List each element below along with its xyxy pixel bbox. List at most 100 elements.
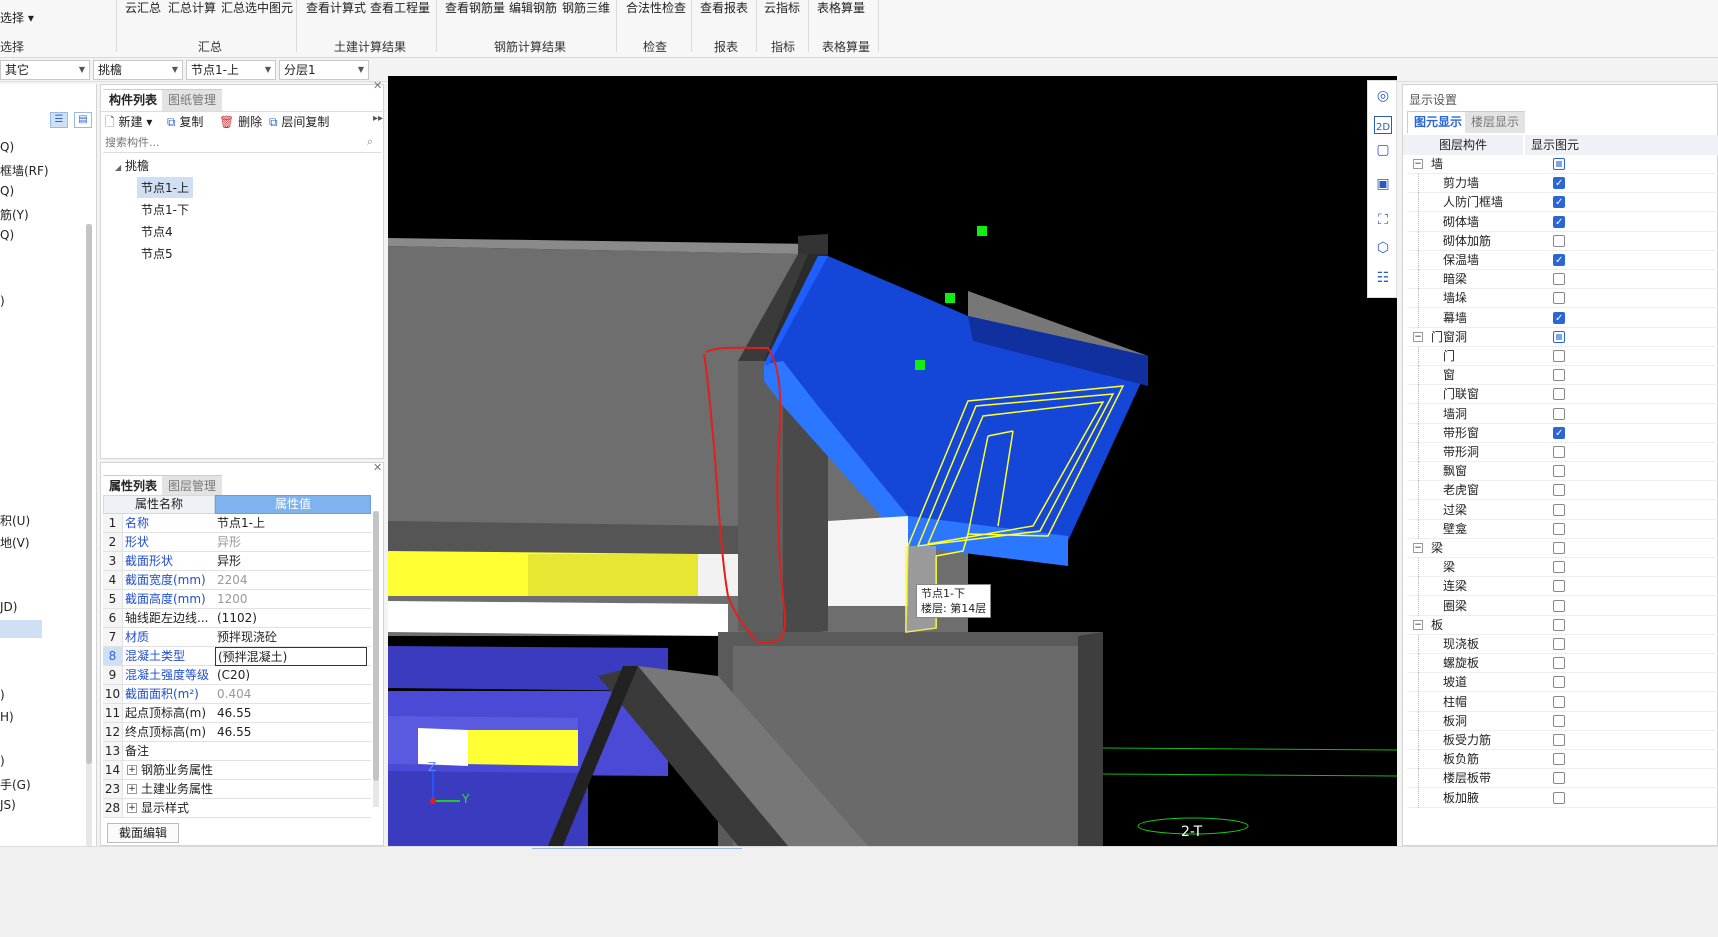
display-row[interactable]: 柱帽 [1407, 692, 1718, 712]
table-calc-button[interactable]: 表格算量 [817, 0, 865, 16]
tree-item-node1-top[interactable]: 节点1-上 [137, 177, 193, 198]
property-value[interactable]: 预拌现浇砼 [217, 628, 369, 646]
display-row[interactable]: − 梁 [1407, 539, 1718, 558]
display-row[interactable]: 过梁 [1407, 500, 1718, 520]
property-row[interactable]: 10 截面面积(m²) 0.404 [103, 685, 371, 704]
property-value[interactable]: (预拌混凝土) [215, 647, 367, 666]
display-checkbox[interactable] [1553, 580, 1565, 593]
tree-item-node4[interactable]: 节点4 [137, 221, 177, 242]
display-checkbox[interactable] [1553, 465, 1565, 478]
display-checkbox[interactable] [1553, 618, 1565, 631]
display-row[interactable]: 螺旋板 [1407, 654, 1718, 674]
3d-model-render[interactable] [388, 76, 1397, 846]
display-row[interactable]: 门 [1407, 347, 1718, 366]
nav-item[interactable]: ) [0, 688, 5, 702]
display-row[interactable]: 人防门框墙 [1407, 193, 1718, 213]
display-checkbox[interactable] [1553, 638, 1565, 650]
display-checkbox[interactable] [1553, 695, 1565, 708]
display-checkbox[interactable] [1553, 350, 1565, 362]
tab-floor-display[interactable]: 楼层显示 [1465, 111, 1526, 133]
more-icon[interactable]: ▸▸ [373, 113, 383, 124]
layer-list-icon[interactable]: ☷ [1372, 270, 1394, 292]
nav-item[interactable]: 积(U) [0, 512, 30, 529]
display-row[interactable]: 墙洞 [1407, 404, 1718, 424]
view-quantity-button[interactable]: 查看工程量 [370, 0, 430, 16]
select-mode-button[interactable]: 选择 ▾ [0, 10, 34, 26]
display-row[interactable]: 砌体加筋 [1407, 231, 1718, 251]
display-checkbox[interactable] [1553, 484, 1565, 497]
property-row[interactable]: +28 显示样式 [103, 799, 371, 818]
expand-plus-icon[interactable]: + [127, 765, 137, 775]
floor-copy-button[interactable]: ⧉ 层间复制 [269, 113, 329, 130]
validity-check-button[interactable]: 合法性检查 [626, 0, 686, 16]
display-row[interactable]: 连梁 [1407, 577, 1718, 597]
tree-item-node5[interactable]: 节点5 [137, 243, 177, 264]
view-rebar-button[interactable]: 查看钢筋量 [445, 0, 505, 16]
nav-item[interactable]: 地(V) [0, 534, 30, 551]
nav-item[interactable]: ) [0, 754, 5, 768]
orbit-icon[interactable]: ◎ [1372, 88, 1394, 110]
display-row[interactable]: 板加腋 [1407, 788, 1718, 808]
view-formula-button[interactable]: 查看计算式 [306, 0, 366, 16]
3d-cube-icon[interactable]: ▢ [1372, 142, 1394, 164]
nav-item[interactable]: Q) [0, 228, 14, 242]
grip-point[interactable] [977, 226, 987, 236]
nav-item-selected[interactable] [0, 620, 42, 638]
collapse-minus-icon[interactable]: − [1413, 159, 1423, 169]
layer-dropdown[interactable]: 分层1 ▼ [279, 60, 369, 80]
tab-layer-management[interactable]: 图层管理 [162, 475, 223, 497]
rebar-3d-button[interactable]: 钢筋三维 [562, 0, 610, 16]
display-row[interactable]: 幕墙 [1407, 308, 1718, 328]
component-search-input[interactable] [103, 133, 381, 153]
nav-item[interactable]: JS) [0, 798, 16, 812]
display-checkbox[interactable] [1553, 714, 1565, 727]
nav-item[interactable]: Q) [0, 140, 14, 154]
property-row[interactable]: 12 终点顶标高(m) 46.55 [103, 723, 371, 742]
display-row[interactable]: 坡道 [1407, 673, 1718, 693]
list-view-icon[interactable]: ☰ [50, 112, 68, 128]
display-row[interactable]: 门联窗 [1407, 385, 1718, 405]
display-checkbox[interactable] [1553, 599, 1565, 612]
display-row[interactable]: 板负筋 [1407, 750, 1718, 770]
display-row[interactable]: − 板 [1407, 616, 1718, 635]
edit-rebar-button[interactable]: 编辑钢筋 [509, 0, 557, 16]
nav-item[interactable]: 框墙(RF) [0, 162, 49, 179]
property-value[interactable]: 46.55 [217, 723, 369, 741]
scrollbar-thumb[interactable] [86, 224, 92, 764]
property-value[interactable]: 46.55 [217, 704, 369, 722]
display-checkbox[interactable] [1553, 657, 1565, 670]
display-checkbox[interactable] [1553, 158, 1565, 170]
cloud-index-button[interactable]: 云指标 [764, 0, 800, 16]
property-value[interactable]: 2204 [217, 571, 369, 589]
tab-drawing-management[interactable]: 图纸管理 [162, 89, 223, 111]
property-value[interactable]: 节点1-上 [217, 514, 369, 532]
display-checkbox[interactable] [1553, 542, 1565, 554]
display-checkbox[interactable] [1553, 214, 1565, 232]
display-row[interactable]: 板受力筋 [1407, 731, 1718, 750]
category-dropdown[interactable]: 其它 ▼ [0, 60, 90, 80]
delete-component-button[interactable]: 🗑 删除 [219, 113, 262, 130]
property-value[interactable]: 异形 [217, 552, 369, 570]
display-checkbox[interactable] [1553, 446, 1565, 458]
display-checkbox[interactable] [1553, 388, 1565, 401]
bottom-tool-buttons[interactable] [532, 848, 742, 856]
display-row[interactable]: 带形洞 [1407, 443, 1718, 462]
cube-solid-icon[interactable]: ▣ [1372, 176, 1394, 198]
display-row[interactable]: 剪力墙 [1407, 174, 1718, 194]
property-value[interactable]: 1200 [217, 590, 369, 608]
3d-viewport[interactable]: Z Y 2-T 节点1-下 楼层: 第14层 [388, 76, 1397, 846]
display-checkbox[interactable] [1553, 522, 1565, 535]
fit-view-icon[interactable]: ⛶ [1372, 212, 1394, 234]
display-row[interactable]: 圈梁 [1407, 596, 1718, 616]
display-row[interactable]: 保温墙 [1407, 251, 1718, 270]
display-checkbox[interactable] [1553, 407, 1565, 420]
view-cube-icon[interactable]: ⬡ [1372, 240, 1394, 262]
display-checkbox[interactable] [1553, 753, 1565, 766]
property-row[interactable]: 11 起点顶标高(m) 46.55 [103, 704, 371, 723]
display-row[interactable]: 墙垛 [1407, 289, 1718, 309]
new-component-button[interactable]: 🗋 新建 ▾ [105, 113, 152, 134]
display-checkbox[interactable] [1553, 273, 1565, 286]
nav-item[interactable]: JD) [0, 600, 17, 614]
display-checkbox[interactable] [1553, 194, 1565, 212]
type-dropdown[interactable]: 挑檐 ▼ [93, 60, 183, 80]
